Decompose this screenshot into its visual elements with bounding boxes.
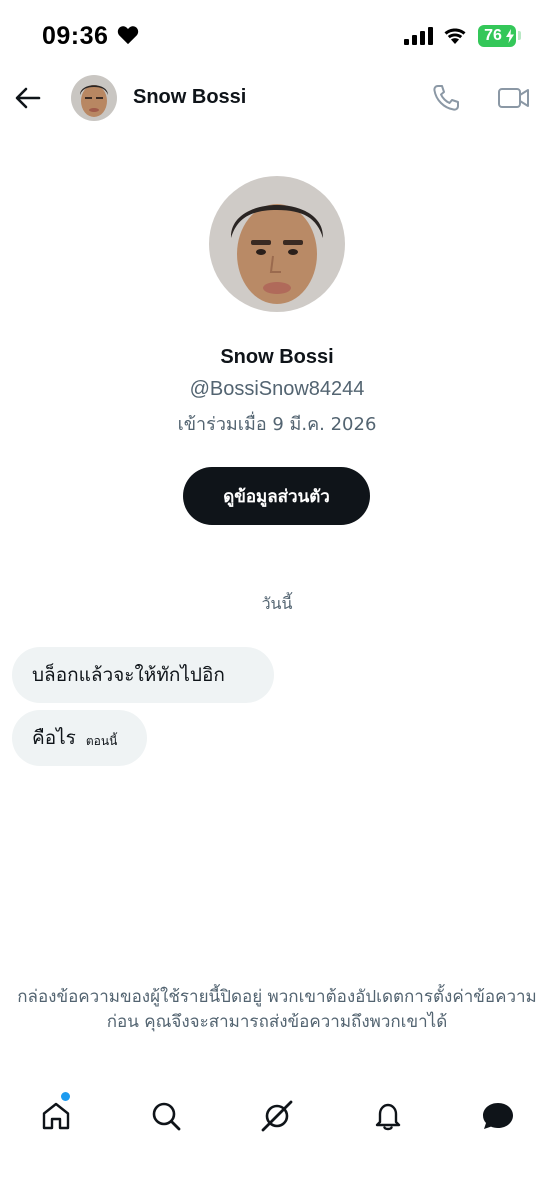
battery-charging-icon bbox=[506, 29, 514, 43]
avatar-photo bbox=[71, 75, 117, 121]
nav-search[interactable] bbox=[146, 1096, 186, 1136]
video-camera-icon bbox=[498, 88, 529, 108]
battery-indicator: 76 bbox=[478, 25, 516, 47]
profile-avatar[interactable] bbox=[209, 176, 345, 312]
message-timestamp: ตอนนี้ bbox=[85, 733, 118, 748]
heart-icon bbox=[117, 26, 139, 45]
conversation-header: Snow Bossi bbox=[0, 70, 554, 126]
status-bar: 09:36 76 bbox=[0, 0, 554, 70]
message-text: บล็อกแล้วจะให้ทักไปอิก bbox=[32, 664, 225, 686]
grok-icon bbox=[261, 1100, 293, 1132]
nav-notifications[interactable] bbox=[368, 1096, 408, 1136]
wifi-icon bbox=[444, 28, 466, 44]
dm-closed-notice: กล่องข้อความของผู้ใช้รายนี้ปิดอยู่ พวกเข… bbox=[17, 987, 537, 1032]
notification-dot bbox=[61, 1092, 70, 1101]
back-button[interactable] bbox=[14, 84, 42, 112]
phone-icon bbox=[433, 85, 459, 111]
nav-grok[interactable] bbox=[257, 1096, 297, 1136]
notifications-bell-icon bbox=[375, 1103, 401, 1131]
nav-home[interactable] bbox=[36, 1096, 76, 1136]
message-text: คือไร bbox=[32, 727, 76, 749]
header-avatar[interactable] bbox=[71, 75, 117, 121]
back-arrow-icon bbox=[15, 87, 41, 109]
cellular-signal-icon bbox=[404, 27, 433, 45]
message-bubble[interactable]: คือไร ตอนนี้ bbox=[12, 710, 147, 766]
date-separator: วันนี้ bbox=[261, 594, 293, 613]
video-call-button[interactable] bbox=[497, 82, 531, 114]
status-time: 09:36 bbox=[42, 22, 109, 50]
messages-icon bbox=[483, 1103, 513, 1129]
nav-messages[interactable] bbox=[478, 1096, 518, 1136]
header-username[interactable]: Snow Bossi bbox=[133, 86, 246, 109]
home-icon bbox=[42, 1102, 70, 1130]
view-profile-button[interactable]: ดูข้อมูลส่วนตัว bbox=[183, 467, 370, 525]
voice-call-button[interactable] bbox=[430, 82, 462, 114]
profile-handle: @BossiSnow84244 bbox=[189, 378, 365, 400]
message-bubble[interactable]: บล็อกแล้วจะให้ทักไปอิก bbox=[12, 647, 274, 703]
battery-level: 76 bbox=[484, 27, 502, 44]
profile-photo bbox=[209, 176, 345, 312]
profile-display-name: Snow Bossi bbox=[220, 346, 334, 368]
search-icon bbox=[152, 1102, 181, 1131]
profile-joined-date: เข้าร่วมเมื่อ 9 มี.ค. 2026 bbox=[177, 414, 377, 435]
bottom-navigation bbox=[0, 1080, 554, 1150]
battery-cap bbox=[518, 31, 521, 40]
